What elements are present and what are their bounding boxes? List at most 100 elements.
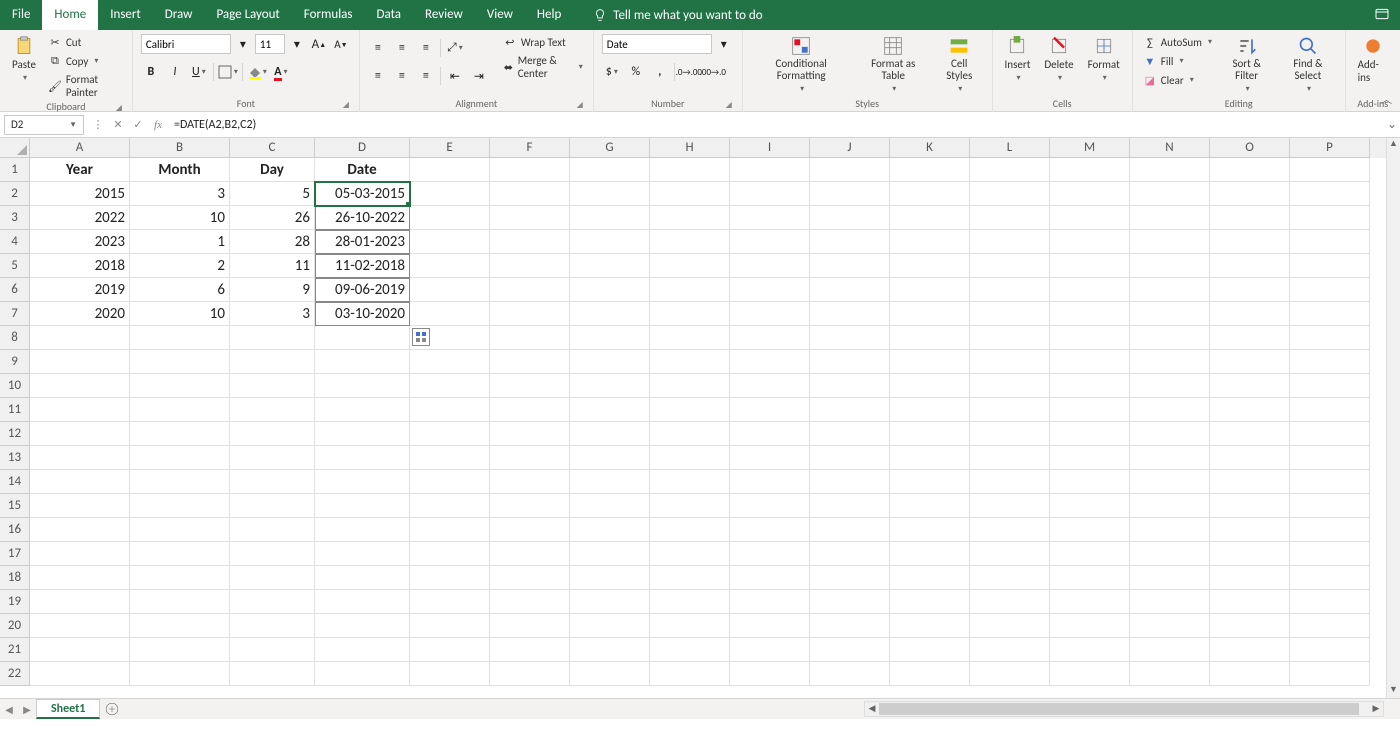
- cell-J5[interactable]: [810, 254, 890, 278]
- cell-J21[interactable]: [810, 638, 890, 662]
- font-launcher[interactable]: ◢: [343, 100, 349, 110]
- increase-decimal-button[interactable]: .0→.00: [679, 62, 699, 82]
- cell-D20[interactable]: [315, 614, 410, 638]
- formula-input[interactable]: =DATE(A2,B2,C2): [168, 118, 1384, 132]
- cell-A11[interactable]: [30, 398, 130, 422]
- cell-J22[interactable]: [810, 662, 890, 686]
- cell-H11[interactable]: [650, 398, 730, 422]
- bold-button[interactable]: B: [141, 62, 161, 82]
- cell-N3[interactable]: [1130, 206, 1210, 230]
- cell-G9[interactable]: [570, 350, 650, 374]
- add-sheet-button[interactable]: [100, 699, 124, 719]
- column-header-J[interactable]: J: [810, 138, 890, 158]
- cell-D2[interactable]: 05-03-2015: [315, 182, 410, 206]
- row-header-20[interactable]: 20: [0, 614, 30, 638]
- cell-I20[interactable]: [730, 614, 810, 638]
- cell-G12[interactable]: [570, 422, 650, 446]
- cell-H6[interactable]: [650, 278, 730, 302]
- cell-A15[interactable]: [30, 494, 130, 518]
- row-header-15[interactable]: 15: [0, 494, 30, 518]
- column-header-K[interactable]: K: [890, 138, 970, 158]
- cell-H20[interactable]: [650, 614, 730, 638]
- cell-O19[interactable]: [1210, 590, 1290, 614]
- cell-F15[interactable]: [490, 494, 570, 518]
- cell-H16[interactable]: [650, 518, 730, 542]
- cell-M13[interactable]: [1050, 446, 1130, 470]
- cell-G11[interactable]: [570, 398, 650, 422]
- cell-C13[interactable]: [230, 446, 315, 470]
- cell-O20[interactable]: [1210, 614, 1290, 638]
- merge-center-button[interactable]: ⬌Merge & Center: [501, 53, 585, 81]
- cell-I17[interactable]: [730, 542, 810, 566]
- sort-filter-button[interactable]: Sort & Filter: [1220, 34, 1273, 96]
- cell-E11[interactable]: [410, 398, 490, 422]
- cell-D15[interactable]: [315, 494, 410, 518]
- cell-A2[interactable]: 2015: [30, 182, 130, 206]
- cell-C14[interactable]: [230, 470, 315, 494]
- cell-O2[interactable]: [1210, 182, 1290, 206]
- cell-B17[interactable]: [130, 542, 230, 566]
- column-header-E[interactable]: E: [410, 138, 490, 158]
- copy-button[interactable]: ⧉Copy: [46, 53, 124, 69]
- cell-H17[interactable]: [650, 542, 730, 566]
- row-header-13[interactable]: 13: [0, 446, 30, 470]
- cell-M16[interactable]: [1050, 518, 1130, 542]
- cell-F17[interactable]: [490, 542, 570, 566]
- autosum-button[interactable]: ∑AutoSum: [1141, 34, 1214, 50]
- cell-B3[interactable]: 10: [130, 206, 230, 230]
- cell-M5[interactable]: [1050, 254, 1130, 278]
- cell-M3[interactable]: [1050, 206, 1130, 230]
- cell-A18[interactable]: [30, 566, 130, 590]
- cell-I16[interactable]: [730, 518, 810, 542]
- align-top-button[interactable]: ≡: [368, 38, 388, 58]
- cell-E1[interactable]: [410, 158, 490, 182]
- column-header-F[interactable]: F: [490, 138, 570, 158]
- cell-K22[interactable]: [890, 662, 970, 686]
- cell-B21[interactable]: [130, 638, 230, 662]
- delete-cells-button[interactable]: Delete: [1040, 34, 1077, 85]
- cell-L18[interactable]: [970, 566, 1050, 590]
- cell-H2[interactable]: [650, 182, 730, 206]
- cell-P6[interactable]: [1290, 278, 1370, 302]
- cell-F6[interactable]: [490, 278, 570, 302]
- cell-B12[interactable]: [130, 422, 230, 446]
- cell-E17[interactable]: [410, 542, 490, 566]
- cell-B8[interactable]: [130, 326, 230, 350]
- cell-H4[interactable]: [650, 230, 730, 254]
- cell-L10[interactable]: [970, 374, 1050, 398]
- cell-H5[interactable]: [650, 254, 730, 278]
- cell-H7[interactable]: [650, 302, 730, 326]
- cell-O3[interactable]: [1210, 206, 1290, 230]
- cell-D1[interactable]: Date: [315, 158, 410, 182]
- cell-O13[interactable]: [1210, 446, 1290, 470]
- row-header-19[interactable]: 19: [0, 590, 30, 614]
- cell-D4[interactable]: 28-01-2023: [315, 230, 410, 254]
- cell-K10[interactable]: [890, 374, 970, 398]
- cell-B5[interactable]: 2: [130, 254, 230, 278]
- cell-F7[interactable]: [490, 302, 570, 326]
- cell-I21[interactable]: [730, 638, 810, 662]
- cell-E15[interactable]: [410, 494, 490, 518]
- tab-formulas[interactable]: Formulas: [292, 0, 365, 30]
- cell-P12[interactable]: [1290, 422, 1370, 446]
- cell-K3[interactable]: [890, 206, 970, 230]
- cell-F14[interactable]: [490, 470, 570, 494]
- cell-J16[interactable]: [810, 518, 890, 542]
- cell-K19[interactable]: [890, 590, 970, 614]
- align-middle-button[interactable]: ≡: [392, 38, 412, 58]
- cell-M19[interactable]: [1050, 590, 1130, 614]
- row-header-4[interactable]: 4: [0, 230, 30, 254]
- cell-E19[interactable]: [410, 590, 490, 614]
- cell-L12[interactable]: [970, 422, 1050, 446]
- cell-I1[interactable]: [730, 158, 810, 182]
- cell-C10[interactable]: [230, 374, 315, 398]
- cell-O16[interactable]: [1210, 518, 1290, 542]
- cell-J12[interactable]: [810, 422, 890, 446]
- cell-B1[interactable]: Month: [130, 158, 230, 182]
- cell-F13[interactable]: [490, 446, 570, 470]
- cell-B16[interactable]: [130, 518, 230, 542]
- cell-G8[interactable]: [570, 326, 650, 350]
- cell-G3[interactable]: [570, 206, 650, 230]
- cell-B7[interactable]: 10: [130, 302, 230, 326]
- cell-K9[interactable]: [890, 350, 970, 374]
